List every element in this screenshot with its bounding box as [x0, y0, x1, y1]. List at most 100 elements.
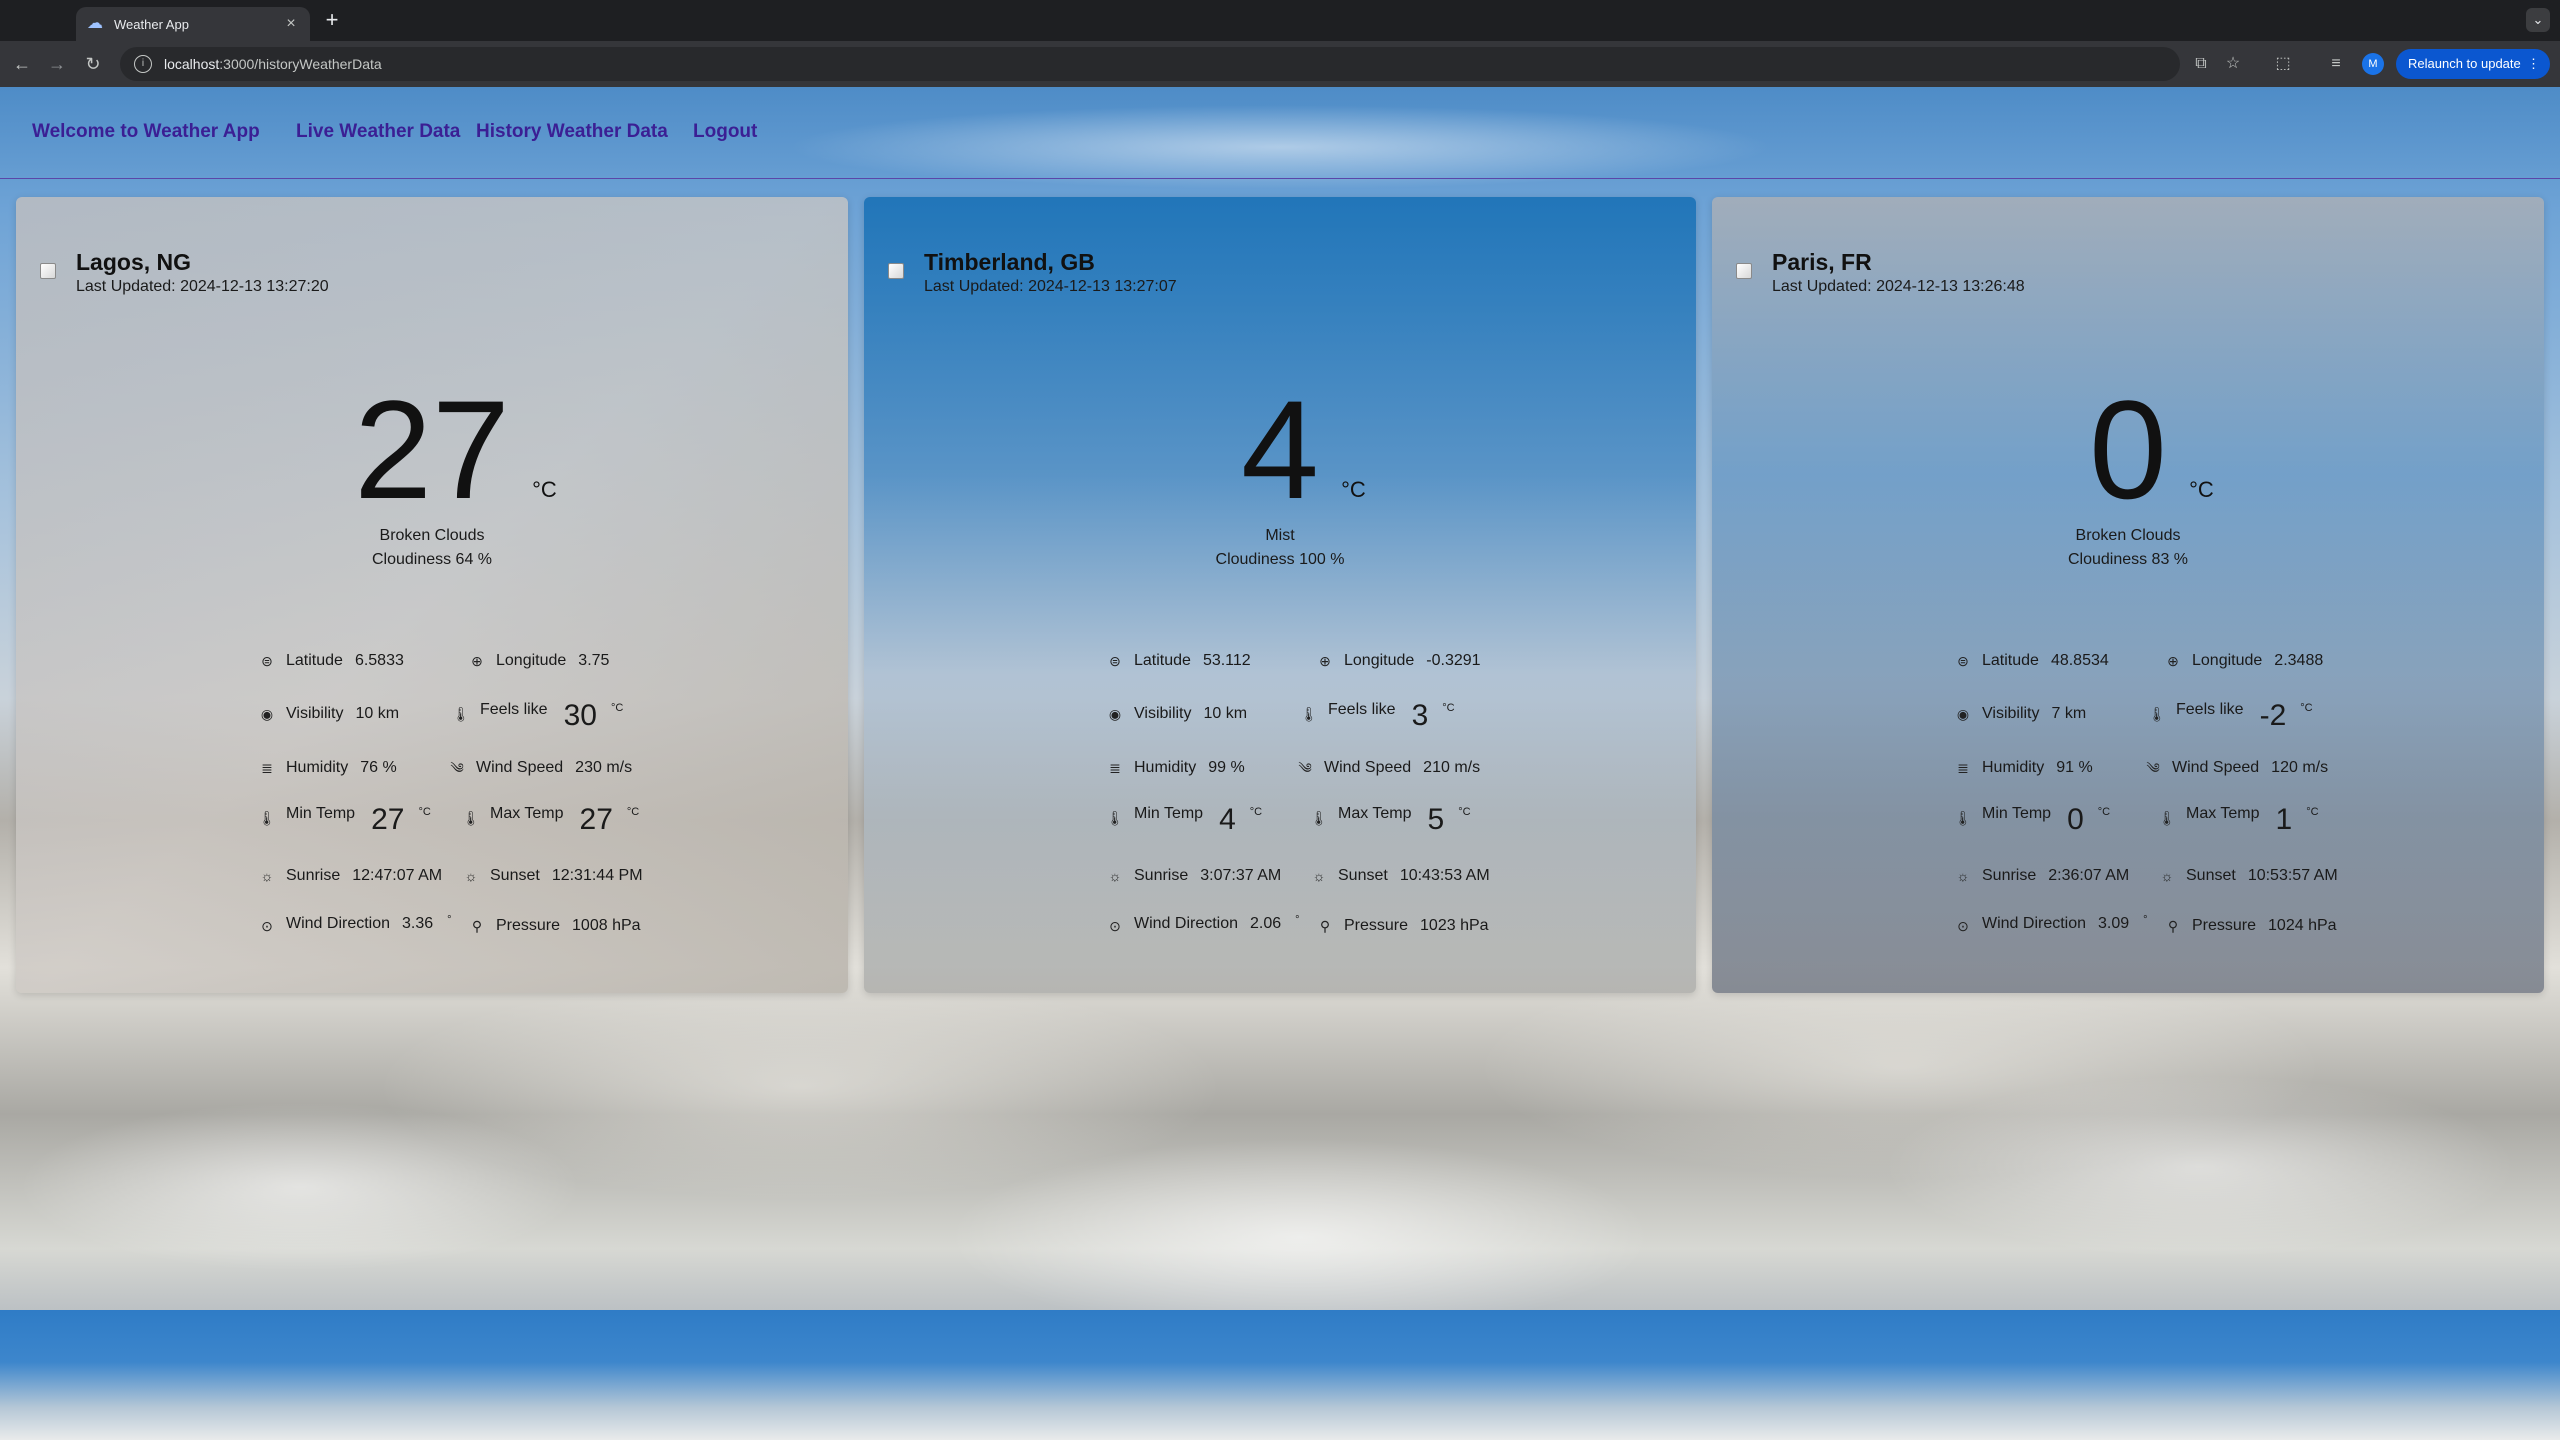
site-info-icon[interactable]: i	[134, 55, 152, 73]
stat-longitude: ⊕ Longitude 2.3488	[2164, 646, 2323, 676]
stat-latitude: ⊜ Latitude 6.5833	[258, 646, 404, 676]
compass-icon: ⊙	[1957, 918, 1969, 934]
thermometer-high-icon: 🌡	[1310, 810, 1328, 826]
city-name: Timberland, GB	[924, 249, 1095, 275]
stat-min-temp: 🌡 Min Temp 27 °C	[258, 803, 431, 836]
thermometer-low-icon: 🌡	[1106, 810, 1124, 826]
globe-grid-icon: ⊕	[471, 653, 483, 669]
tab-title: Weather App	[114, 16, 189, 32]
sunrise-icon: ☼	[1108, 868, 1122, 884]
stat-sunset: ☼ Sunset 10:43:53 AM	[1310, 861, 1490, 891]
weather-description: Broken Clouds Cloudiness 64 %	[16, 524, 848, 572]
stat-pressure: ⚲ Pressure 1023 hPa	[1316, 911, 1489, 941]
stat-feels-like: 🌡 Feels like 30 °C	[452, 699, 624, 732]
relaunch-label: Relaunch to update	[2408, 56, 2521, 71]
stat-pressure: ⚲ Pressure 1024 hPa	[2164, 911, 2337, 941]
thermometer-high-icon: 🌡	[462, 810, 480, 826]
cloudiness-text: Cloudiness 100 %	[1215, 551, 1345, 568]
address-bar[interactable]: i localhost:3000/historyWeatherData	[120, 47, 2180, 81]
globe-grid-icon: ⊕	[1319, 653, 1331, 669]
wind-icon: ༄	[450, 760, 464, 776]
temperature-block: 0 °C	[1712, 380, 2544, 520]
thermometer-icon: 🌡	[452, 706, 470, 722]
media-controls-icon[interactable]: ≡	[2324, 52, 2348, 76]
browser-tab[interactable]: ☁ Weather App ×	[76, 7, 310, 41]
browser-menu-icon[interactable]: ⋮	[2527, 49, 2540, 79]
browser-toolbar: ← → ↻ i localhost:3000/historyWeatherDat…	[0, 41, 2560, 87]
city-name: Lagos, NG	[76, 249, 192, 275]
thermometer-high-icon: 🌡	[2158, 810, 2176, 826]
weather-card: Paris, FR Last Updated: 2024-12-13 13:26…	[1712, 197, 2544, 993]
city-name: Paris, FR	[1772, 249, 1872, 275]
forward-arrow-icon[interactable]: →	[45, 52, 69, 76]
nav-logout-link[interactable]: Logout	[693, 121, 757, 143]
weather-favicon-icon: ☁	[87, 15, 103, 32]
humidity-lines-icon: ≣	[261, 760, 273, 776]
stat-sunset: ☼ Sunset 10:53:57 AM	[2158, 861, 2338, 891]
stat-humidity: ≣ Humidity 91 %	[1954, 753, 2093, 783]
stat-pressure: ⚲ Pressure 1008 hPa	[468, 911, 641, 941]
nav-live-weather-link[interactable]: Live Weather Data	[296, 121, 460, 143]
sunset-icon: ☼	[1312, 868, 1326, 884]
stat-visibility: ◉ Visibility 7 km	[1954, 699, 2086, 729]
stat-sunrise: ☼ Sunrise 2:36:07 AM	[1954, 861, 2130, 891]
card-header: Lagos, NG Last Updated: 2024-12-13 13:27…	[40, 247, 329, 297]
install-app-icon[interactable]: ⧉	[2189, 52, 2213, 76]
stat-max-temp: 🌡 Max Temp 1 °C	[2158, 803, 2319, 836]
location-pin-icon: ⚲	[471, 918, 483, 934]
temperature-value: 4 °C	[1241, 380, 1366, 520]
sunset-icon: ☼	[2160, 868, 2174, 884]
stat-humidity: ≣ Humidity 99 %	[1106, 753, 1245, 783]
stat-sunset: ☼ Sunset 12:31:44 PM	[462, 861, 643, 891]
card-header: Timberland, GB Last Updated: 2024-12-13 …	[888, 247, 1177, 297]
stat-min-temp: 🌡 Min Temp 4 °C	[1106, 803, 1263, 836]
stat-max-temp: 🌡 Max Temp 27 °C	[462, 803, 640, 836]
stat-latitude: ⊜ Latitude 53.112	[1106, 646, 1251, 676]
tab-search-icon[interactable]: ⌄	[2526, 8, 2550, 32]
nav-brand-link[interactable]: Welcome to Weather App	[32, 121, 260, 143]
cloudiness-text: Cloudiness 83 %	[2067, 551, 2189, 568]
reload-icon[interactable]: ↻	[81, 52, 105, 76]
eye-icon: ◉	[1108, 706, 1122, 722]
bookmark-star-icon[interactable]: ☆	[2221, 52, 2245, 76]
new-tab-button[interactable]: +	[320, 9, 344, 33]
weather-card: Lagos, NG Last Updated: 2024-12-13 13:27…	[16, 197, 848, 993]
location-pin-icon: ⚲	[1319, 918, 1331, 934]
condition-text: Broken Clouds	[379, 527, 485, 544]
browser-tab-strip: ☁ Weather App × + ⌄	[0, 0, 2560, 41]
stat-wind-direction: ⊙ Wind Direction 2.06 °	[1106, 911, 1299, 941]
globe-icon: ⊜	[1109, 653, 1121, 669]
temperature-block: 4 °C	[864, 380, 1696, 520]
weather-card: Timberland, GB Last Updated: 2024-12-13 …	[864, 197, 1696, 993]
stat-wind-speed: ༄ Wind Speed 120 m/s	[2144, 753, 2328, 783]
relaunch-button[interactable]: Relaunch to update ⋮	[2396, 49, 2550, 79]
stat-sunrise: ☼ Sunrise 3:07:37 AM	[1106, 861, 1282, 891]
sunrise-icon: ☼	[260, 868, 274, 884]
thermometer-low-icon: 🌡	[258, 810, 276, 826]
nav-history-weather-link[interactable]: History Weather Data	[476, 121, 668, 143]
back-arrow-icon[interactable]: ←	[10, 52, 34, 76]
last-updated: Last Updated: 2024-12-13 13:27:20	[76, 278, 329, 295]
extensions-icon[interactable]: ⬚	[2271, 52, 2295, 76]
profile-avatar[interactable]: M	[2362, 53, 2384, 75]
stat-wind-direction: ⊙ Wind Direction 3.09 °	[1954, 911, 2147, 941]
close-tab-icon[interactable]: ×	[282, 15, 300, 33]
app-navbar: Welcome to Weather App Live Weather Data…	[0, 87, 2560, 179]
humidity-lines-icon: ≣	[1957, 760, 1969, 776]
eye-icon: ◉	[260, 706, 274, 722]
weather-icon-image	[888, 263, 904, 279]
temperature-value: 0 °C	[2089, 380, 2214, 520]
globe-grid-icon: ⊕	[2167, 653, 2179, 669]
weather-icon-image	[1736, 263, 1752, 279]
compass-icon: ⊙	[261, 918, 273, 934]
card-header: Paris, FR Last Updated: 2024-12-13 13:26…	[1736, 247, 2025, 297]
globe-icon: ⊜	[261, 653, 273, 669]
wind-icon: ༄	[1298, 760, 1312, 776]
weather-description: Broken Clouds Cloudiness 83 %	[1712, 524, 2544, 572]
stat-visibility: ◉ Visibility 10 km	[258, 699, 399, 729]
eye-icon: ◉	[1956, 706, 1970, 722]
sunset-icon: ☼	[464, 868, 478, 884]
url-text[interactable]: localhost:3000/historyWeatherData	[164, 56, 382, 72]
weather-icon-image	[40, 263, 56, 279]
sunrise-icon: ☼	[1956, 868, 1970, 884]
